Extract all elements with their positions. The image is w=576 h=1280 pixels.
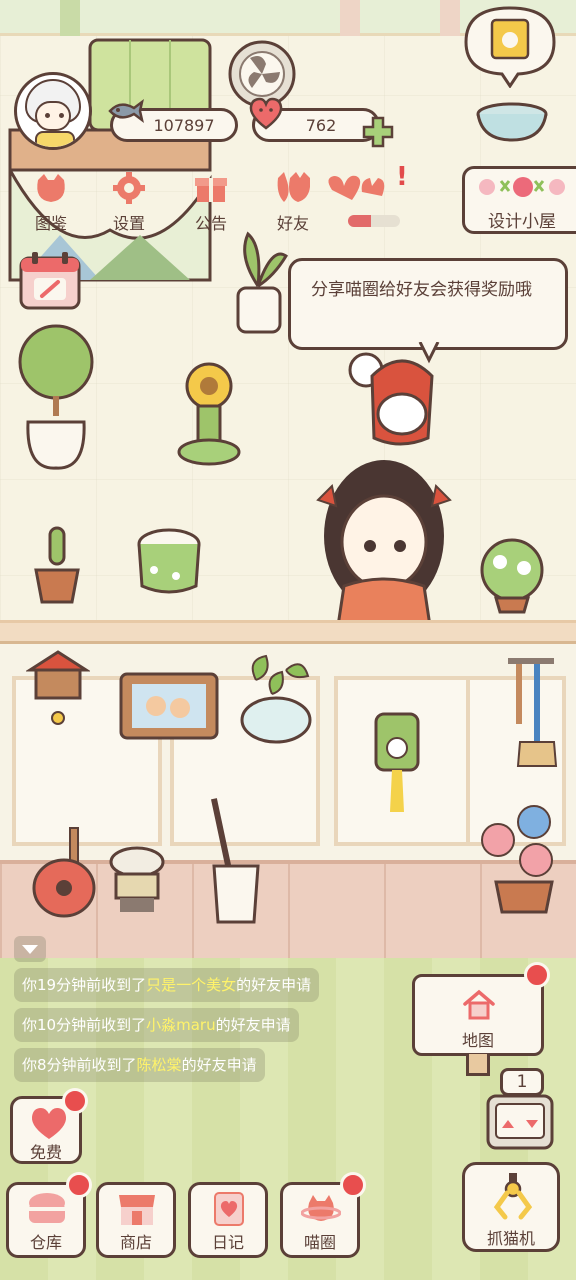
friend-request-message[interactable]: 你19分钟前收到了只是一个美女的好友申请 — [14, 968, 320, 1002]
topiary-decoration — [18, 324, 94, 470]
free-notification-dot — [62, 1088, 88, 1114]
message-collapse-icon[interactable] — [14, 936, 46, 962]
add-hearts-button[interactable] — [362, 116, 394, 148]
morning-glory-decoration — [481, 805, 554, 914]
mail-icon[interactable] — [322, 170, 402, 210]
top-menu: 图鉴 设置 公告 好友 — [10, 160, 396, 240]
warehouse-label: 仓库 — [29, 1233, 62, 1252]
house-icon — [463, 989, 495, 1020]
diary-button[interactable]: 日记 — [188, 1182, 268, 1258]
heart-icon — [249, 97, 283, 130]
cat-circle-notification-dot — [340, 1172, 366, 1198]
message-suffix: 的好友申请 — [215, 1016, 291, 1034]
sunflower-decoration — [177, 362, 241, 466]
warehouse-icon — [29, 1193, 65, 1223]
cat-circle-label: 喵圈 — [303, 1233, 336, 1252]
message-suffix: 的好友申请 — [181, 1056, 257, 1074]
speech-bubble: 分享喵圈给好友会获得奖励哦 — [288, 258, 568, 350]
message-username: 只是一个美女 — [146, 976, 237, 994]
message-prefix: 你8分钟前收到了 — [22, 1056, 137, 1074]
friends-icon — [277, 172, 310, 202]
message-username: 陈松棠 — [136, 1056, 182, 1074]
diary-label: 日记 — [211, 1233, 244, 1252]
speech-bubble-tail — [418, 342, 440, 364]
heart-icon — [31, 1108, 67, 1139]
avatar-eye — [45, 113, 50, 118]
menu-item-collection[interactable]: 图鉴 — [14, 160, 88, 240]
cat-head-icon — [37, 174, 65, 202]
calendar-icon[interactable] — [18, 250, 82, 312]
map-label: 地图 — [461, 1031, 494, 1050]
shop-icon — [119, 1195, 155, 1225]
avatar-eye — [59, 113, 64, 118]
menu-item-friends[interactable]: 好友 — [256, 160, 330, 240]
menu-label: 好友 — [276, 214, 309, 233]
gear-icon — [113, 172, 145, 204]
pothos-decoration — [240, 654, 312, 744]
friend-request-message[interactable]: 你10分钟前收到了小淼maru的好友申请 — [14, 1008, 299, 1042]
shop-button[interactable]: 商店 — [96, 1182, 176, 1258]
avatar-face — [35, 101, 71, 131]
window-stripe — [340, 0, 360, 36]
heart-count: 762 — [305, 115, 337, 135]
message-prefix: 你10分钟前收到了 — [22, 1016, 147, 1034]
cat-bed-decoration — [137, 528, 201, 594]
speech-bubble-text: 分享喵圈给好友会获得奖励哦 — [311, 280, 532, 300]
shelf-rail — [0, 620, 576, 644]
mail-progress-bar — [348, 215, 400, 227]
cat-planet-icon — [301, 1195, 341, 1221]
birdhouse-decoration — [26, 650, 90, 725]
design-house-label: 设计小屋 — [488, 212, 556, 232]
message-suffix: 的好友申请 — [236, 976, 312, 994]
player-character[interactable] — [312, 346, 492, 626]
flower-pattern-icon — [479, 177, 565, 197]
free-label: 免费 — [29, 1143, 62, 1162]
sign-post — [466, 1054, 490, 1076]
claw-label: 抓猫机 — [486, 1229, 535, 1248]
notification-mark: ! — [396, 162, 408, 192]
photo-frame-decoration — [119, 672, 219, 740]
warehouse-notification-dot — [66, 1172, 92, 1198]
menu-item-settings[interactable]: 设置 — [92, 160, 166, 240]
message-prefix: 你19分钟前收到了 — [22, 976, 147, 994]
claw-machine-icon[interactable] — [484, 1092, 556, 1152]
cat-bowl-icon[interactable] — [474, 100, 550, 144]
map-notification-dot — [524, 962, 550, 988]
fish-count: 107897 — [153, 115, 215, 135]
map-button[interactable]: 地图 — [412, 974, 544, 1056]
message-username: 小淼maru — [146, 1016, 216, 1034]
broom-hook-decoration — [508, 658, 558, 767]
design-house-button[interactable]: 设计小屋 — [462, 166, 576, 234]
plant-decoration — [236, 231, 288, 334]
diary-icon — [214, 1192, 244, 1226]
menu-label: 图鉴 — [34, 214, 67, 233]
umbrella-stand-decoration — [210, 798, 260, 924]
claw-icon — [493, 1173, 533, 1220]
mail-progress-fill — [348, 215, 372, 227]
friend-request-message[interactable]: 你8分钟前收到了陈松棠的好友申请 — [14, 1048, 265, 1082]
window-stripe — [440, 0, 460, 36]
shop-label: 商店 — [119, 1233, 152, 1252]
cactus-decoration — [34, 526, 80, 604]
claw-machine-button[interactable]: 抓猫机 — [462, 1162, 560, 1252]
omamori-decoration — [374, 712, 420, 812]
lantern-decoration — [109, 846, 165, 912]
player-avatar[interactable] — [14, 72, 92, 150]
menu-item-announcement[interactable]: 公告 — [174, 160, 248, 240]
gift-icon — [195, 178, 227, 202]
fish-icon — [108, 98, 144, 124]
cat-food-bubble[interactable] — [460, 4, 560, 88]
menu-label: 设置 — [112, 214, 145, 233]
guitar-decoration — [32, 827, 96, 918]
menu-label: 公告 — [194, 214, 227, 233]
